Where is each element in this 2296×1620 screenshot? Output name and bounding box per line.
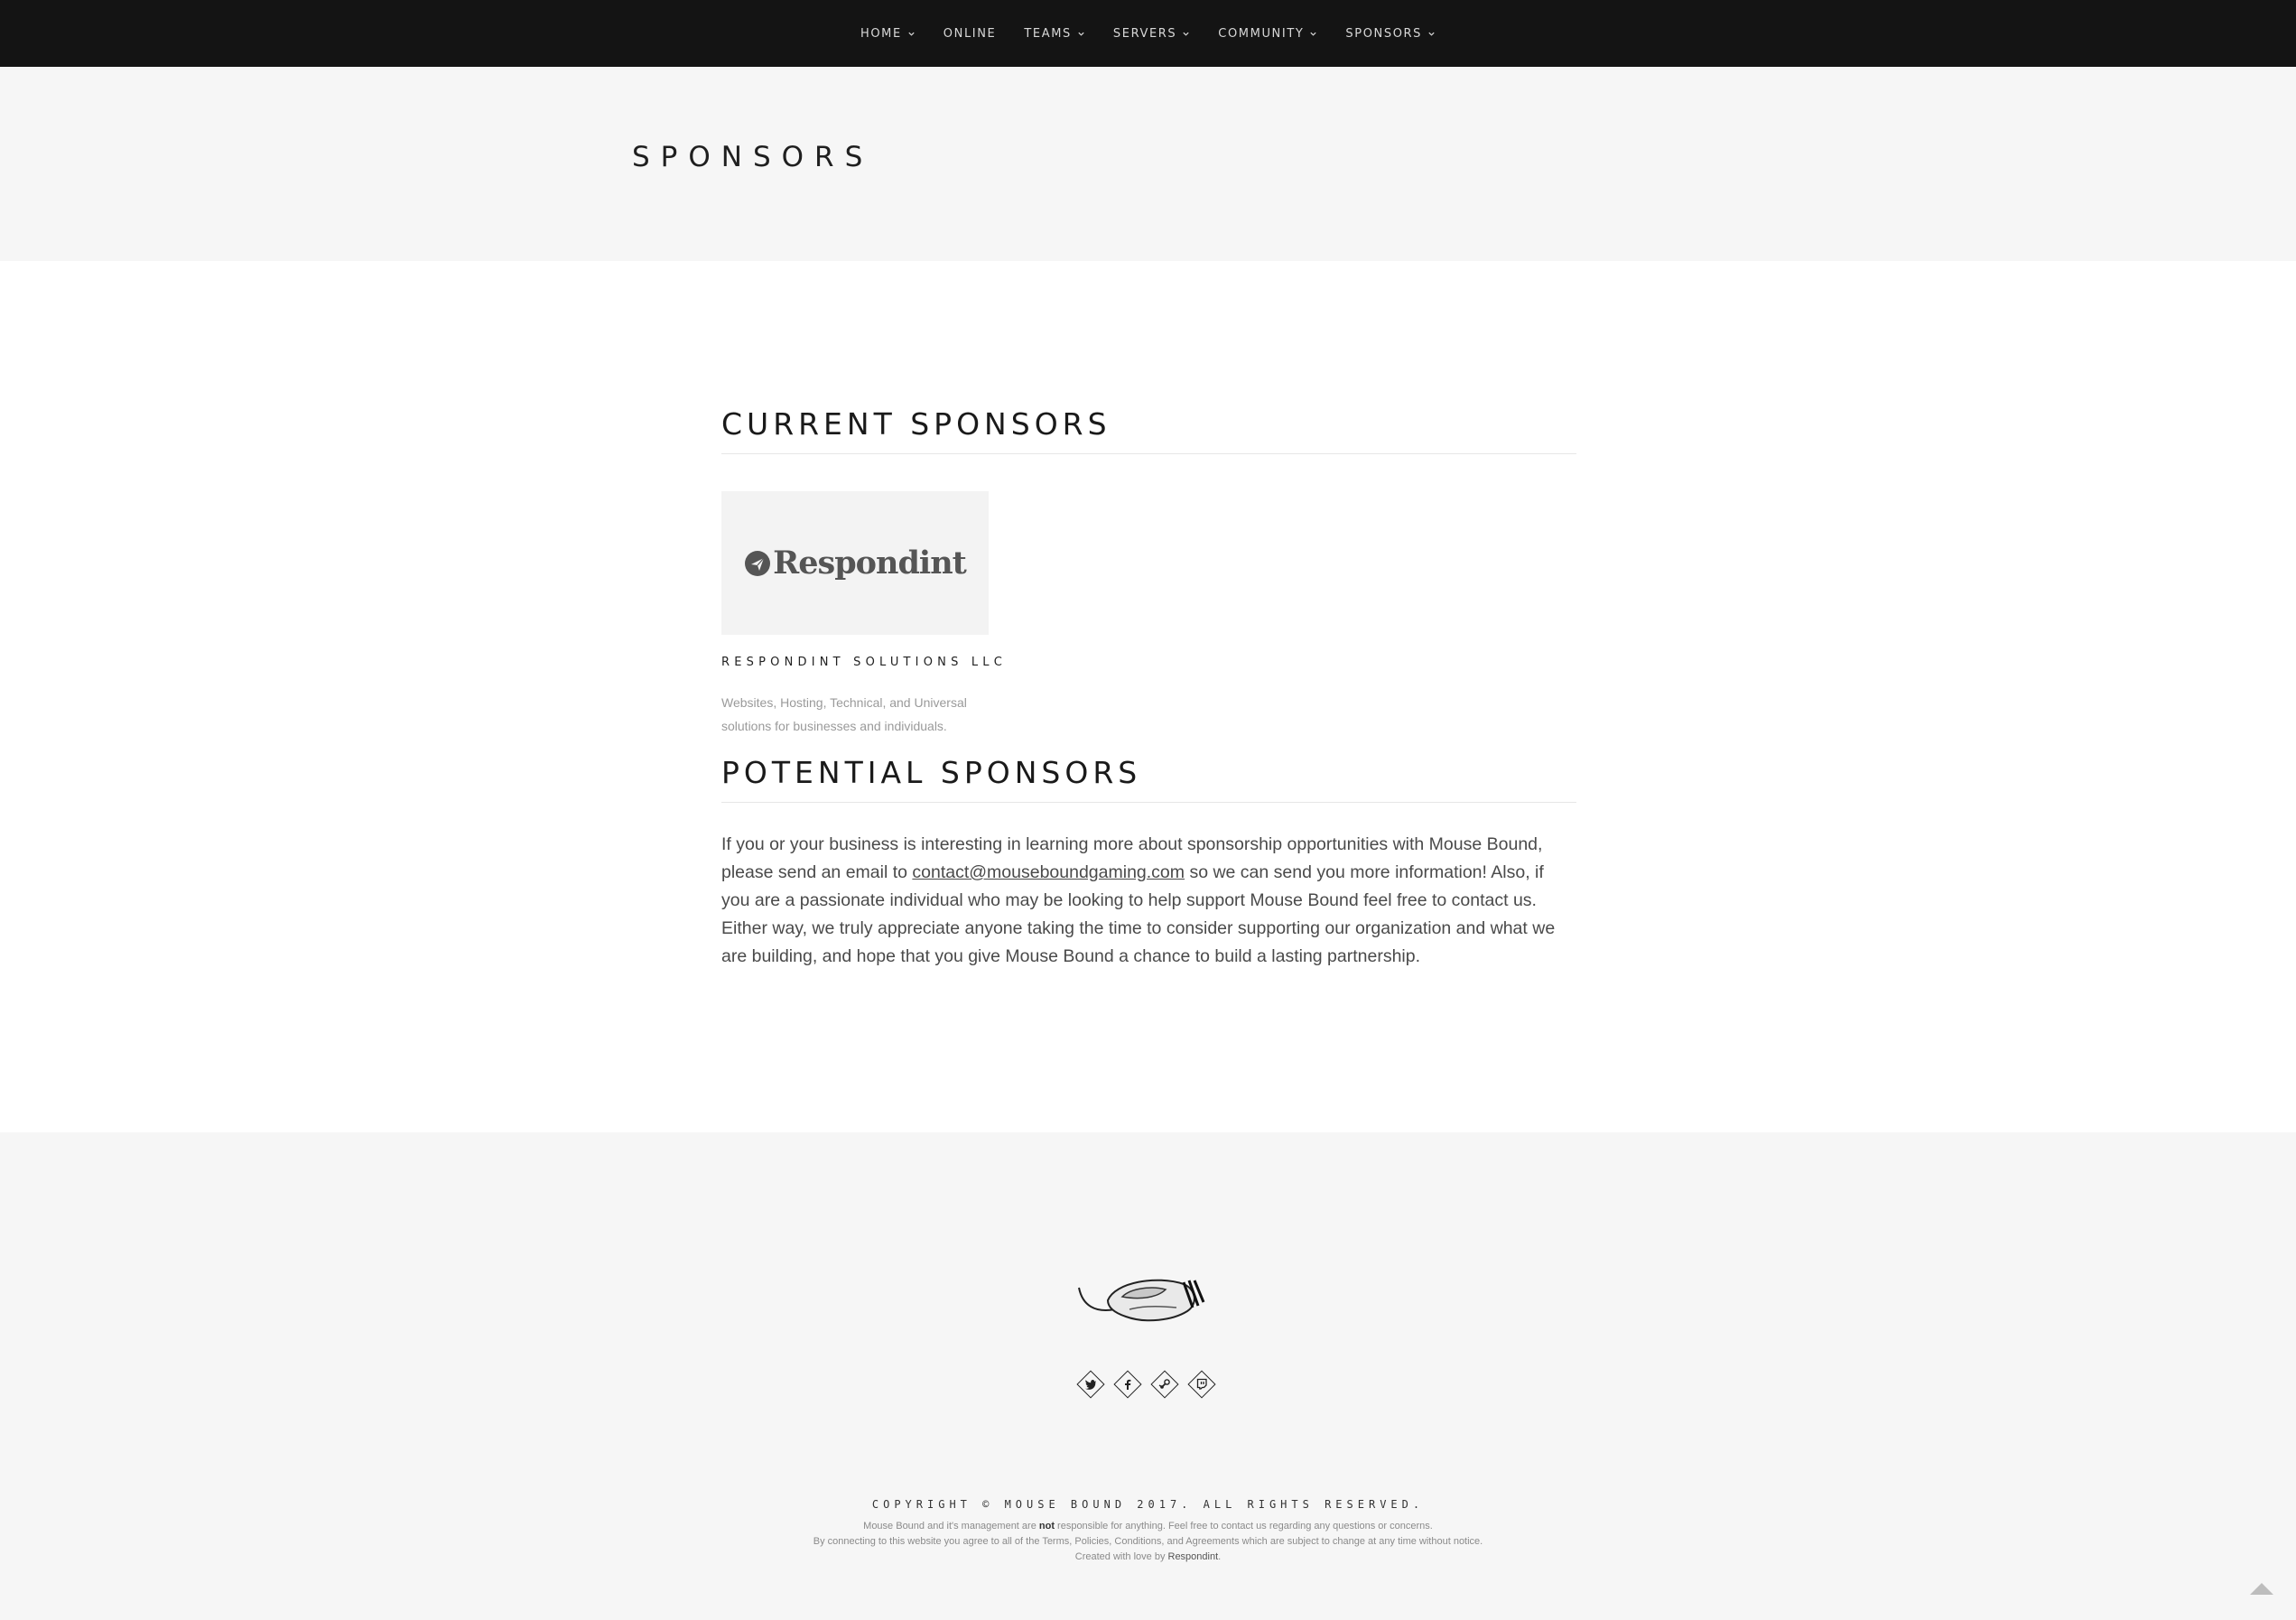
mouse-bound-logo	[1078, 1279, 1205, 1322]
twitter-icon	[1085, 1380, 1096, 1390]
divider	[721, 453, 1576, 454]
nav-item-online[interactable]: ONLINE	[943, 27, 997, 41]
twitch-link[interactable]	[1187, 1370, 1216, 1399]
text-segment: .	[1218, 1551, 1222, 1562]
potential-sponsors-heading: POTENTIAL SPONSORS	[721, 755, 1142, 790]
chevron-down-icon	[1428, 32, 1435, 36]
nav-item-servers[interactable]: SERVERS	[1113, 27, 1190, 41]
nav-label: ONLINE	[943, 26, 997, 41]
chevron-down-icon	[1310, 32, 1317, 36]
nav-label: COMMUNITY	[1218, 26, 1305, 41]
twitter-link[interactable]	[1076, 1370, 1105, 1399]
chevron-down-icon	[1078, 32, 1084, 36]
nav-item-community[interactable]: COMMUNITY	[1218, 27, 1317, 41]
credits-line: Created with love by Respondint.	[0, 1551, 2296, 1562]
copyright-text: COPYRIGHT © MOUSE BOUND 2017. ALL RIGHTS…	[871, 1498, 1425, 1511]
logo-wordmark: Respondint	[773, 545, 967, 582]
current-sponsors-heading: CURRENT SPONSORS	[721, 406, 1111, 442]
text-segment: responsible for anything. Feel free to c…	[1054, 1521, 1433, 1532]
nav-label: SERVERS	[1112, 26, 1177, 41]
facebook-link[interactable]	[1113, 1370, 1142, 1399]
divider	[721, 802, 1576, 803]
chevron-down-icon	[908, 32, 915, 36]
steam-icon	[1158, 1379, 1170, 1389]
sponsor-name: RESPONDINT SOLUTIONS LLC	[721, 656, 1008, 669]
facebook-icon	[1125, 1379, 1131, 1390]
sponsor-logo-respondint[interactable]: Respondint	[721, 491, 989, 635]
nav-label: TEAMS	[1024, 26, 1072, 41]
twitch-icon	[1196, 1378, 1207, 1390]
page-header: SPONSORS	[0, 67, 2296, 261]
footer: COPYRIGHT © MOUSE BOUND 2017. ALL RIGHTS…	[0, 1132, 2296, 1620]
nav-menu: HOME ONLINE TEAMS SERVERS COMMUNITY SPON…	[860, 27, 1436, 41]
text-segment: Created with love by	[1074, 1551, 1168, 1562]
respondint-credit-link[interactable]: Respondint	[1168, 1551, 1219, 1562]
emphasis-not: not	[1038, 1521, 1055, 1532]
page-title: SPONSORS	[632, 141, 874, 173]
nav-item-sponsors[interactable]: SPONSORS	[1345, 27, 1436, 41]
nav-label: SPONSORS	[1345, 26, 1423, 41]
disclaimer-line-2: By connecting to this website you agree …	[813, 1536, 1483, 1547]
nav-item-teams[interactable]: TEAMS	[1024, 27, 1085, 41]
steam-link[interactable]	[1150, 1370, 1179, 1399]
sponsor-description: Websites, Hosting, Technical, and Univer…	[721, 695, 967, 733]
nav-item-home[interactable]: HOME	[860, 27, 916, 41]
social-links	[1076, 1370, 1216, 1399]
chevron-down-icon	[1183, 32, 1189, 36]
paper-plane-icon	[745, 550, 771, 576]
top-navigation: HOME ONLINE TEAMS SERVERS COMMUNITY SPON…	[0, 0, 2296, 67]
respondint-logo: Respondint	[744, 545, 967, 582]
nav-label: HOME	[860, 26, 902, 41]
contact-email-link[interactable]: contact@mouseboundgaming.com	[912, 862, 1185, 882]
triangle-up-icon	[2250, 1583, 2273, 1595]
scroll-to-top-button[interactable]	[2248, 1581, 2275, 1596]
text-segment: Mouse Bound and it's management are	[863, 1521, 1039, 1532]
disclaimer-line-1: Mouse Bound and it's management are not …	[0, 1521, 2296, 1532]
potential-sponsors-text: If you or your business is interesting i…	[721, 831, 1576, 971]
